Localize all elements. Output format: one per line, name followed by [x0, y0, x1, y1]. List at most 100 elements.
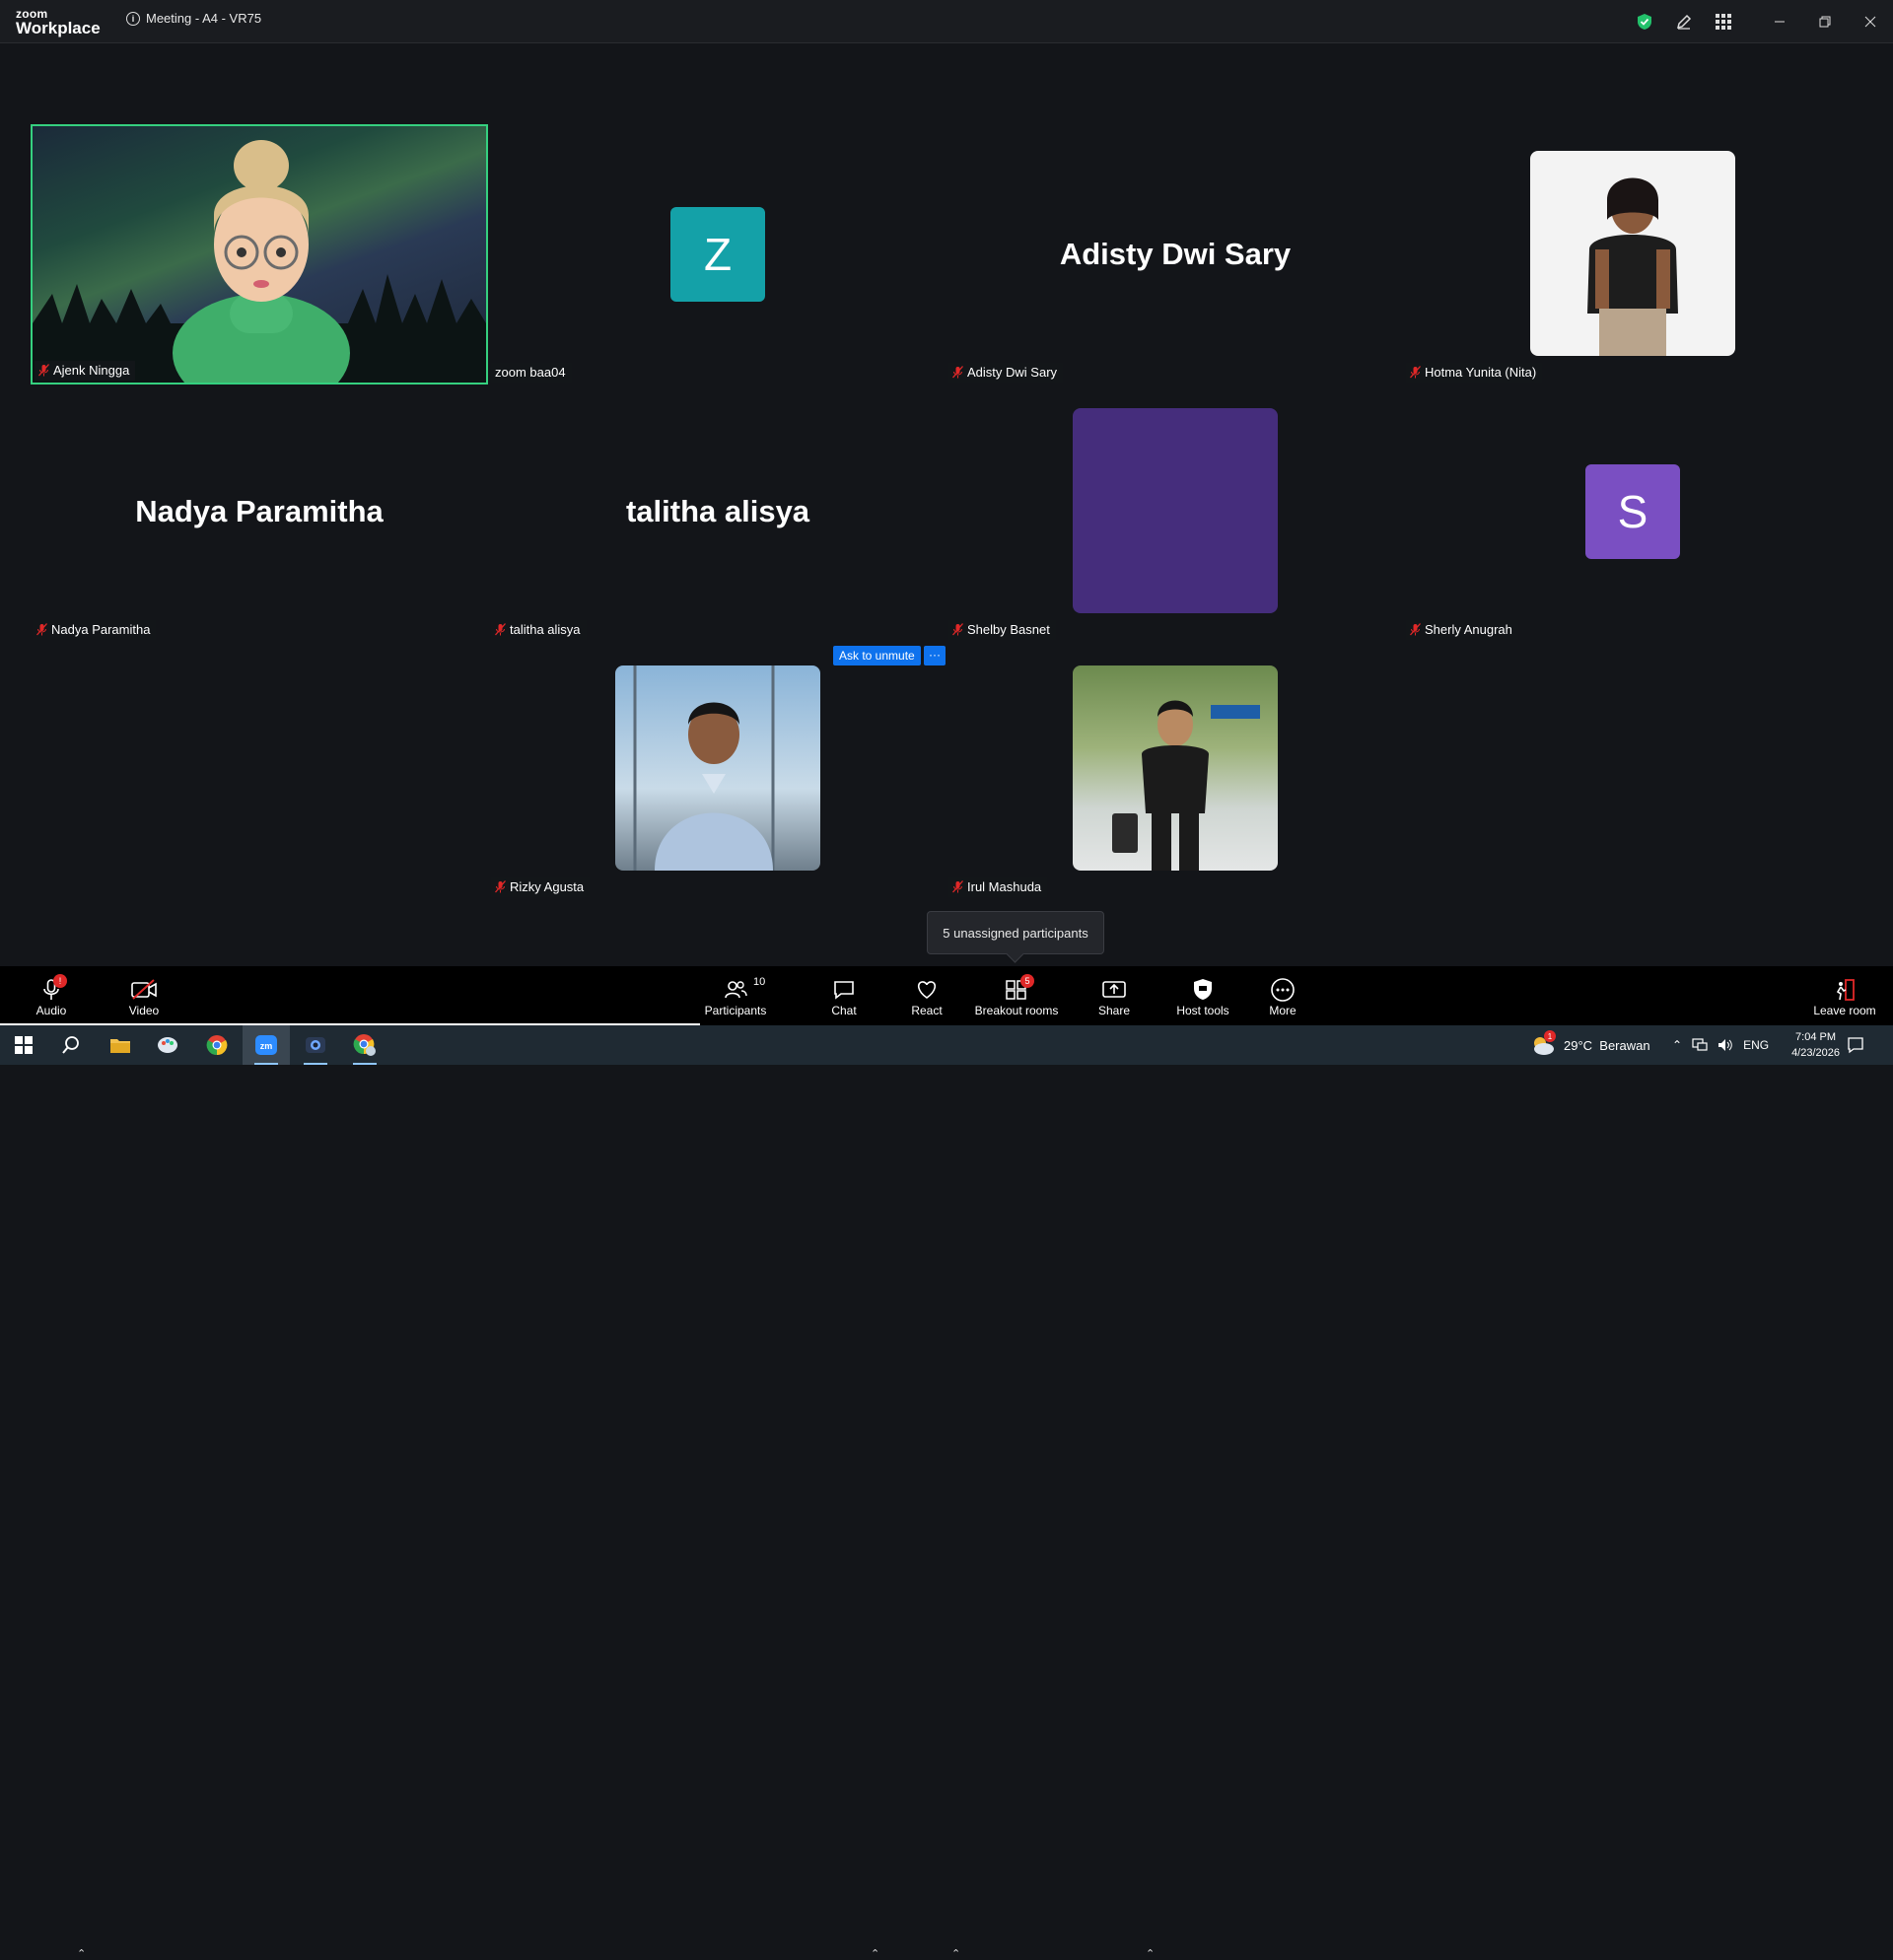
- audio-button[interactable]: ! Audio: [30, 966, 73, 1025]
- breakout-badge: 5: [1020, 974, 1034, 988]
- ask-to-unmute-button[interactable]: Ask to unmute: [833, 646, 921, 665]
- name-tag: Shelby Basnet: [948, 620, 1056, 640]
- mic-muted-icon: [1410, 366, 1421, 379]
- more-button[interactable]: More: [1263, 966, 1302, 1025]
- display-name-large: Nadya Paramitha: [135, 494, 384, 528]
- shield-icon: [1192, 976, 1214, 1004]
- mic-muted-icon: [1410, 623, 1421, 636]
- display-name-large: talitha alisya: [625, 494, 810, 528]
- audio-label: Audio: [35, 1004, 67, 1017]
- profile-photo: [615, 665, 820, 871]
- participant-name: Adisty Dwi Sary: [967, 365, 1058, 380]
- name-tag: Adisty Dwi Sary: [948, 363, 1064, 383]
- chat-button[interactable]: Chat: [824, 966, 864, 1025]
- participant-tile[interactable]: Rizky Agusta: [489, 639, 946, 899]
- participant-tile[interactable]: Adisty Dwi Sary Adisty Dwi Sary: [946, 124, 1404, 385]
- host-tools-button[interactable]: Host tools: [1173, 966, 1232, 1025]
- participants-label: Participants: [704, 1004, 767, 1017]
- participant-tile[interactable]: Hotma Yunita (Nita): [1404, 124, 1861, 385]
- tile-more-options-button[interactable]: ···: [924, 646, 946, 665]
- react-label: React: [911, 1004, 943, 1017]
- search-button[interactable]: [47, 1025, 95, 1065]
- name-tag: Hotma Yunita (Nita): [1406, 363, 1543, 383]
- video-feed: [33, 126, 486, 383]
- name-tag: zoom baa04: [491, 363, 572, 383]
- participants-button[interactable]: 10 Participants: [700, 966, 771, 1025]
- more-dots-icon: [1270, 976, 1296, 1004]
- share-button[interactable]: Share: [1094, 966, 1134, 1025]
- share-options-caret[interactable]: ⌃: [1146, 1947, 1155, 1960]
- chrome-button[interactable]: [193, 1025, 241, 1065]
- tray-overflow-chevron-icon[interactable]: ⌃: [1672, 1038, 1682, 1052]
- palette-icon: [158, 1037, 177, 1053]
- avatar: S: [1585, 464, 1680, 559]
- breakout-tooltip: 5 unassigned participants: [927, 911, 1104, 954]
- participants-count: 10: [753, 976, 766, 988]
- participant-tile[interactable]: Ajenk Ningga: [31, 124, 488, 385]
- search-icon: [62, 1036, 79, 1054]
- video-button[interactable]: Video: [122, 966, 166, 1025]
- restore-button[interactable]: [1802, 0, 1848, 43]
- breakout-rooms-button[interactable]: 5 Breakout rooms: [972, 966, 1061, 1025]
- participant-tile[interactable]: Nadya Paramitha Nadya Paramitha: [31, 382, 488, 642]
- mic-muted-icon: [38, 364, 49, 377]
- chat-options-caret[interactable]: ⌃: [871, 1947, 879, 1960]
- participant-tile[interactable]: Z zoom baa04: [489, 124, 946, 385]
- zoom-app-icon: zm: [255, 1035, 277, 1055]
- clock[interactable]: 7:04 PM 4/23/2026: [1791, 1029, 1840, 1061]
- language-indicator[interactable]: ENG: [1743, 1038, 1769, 1052]
- weather-cloud-icon: 1: [1530, 1030, 1556, 1056]
- network-icon[interactable]: [1692, 1038, 1708, 1052]
- avatar-letter: S: [1617, 486, 1648, 537]
- meeting-info-button[interactable]: i Meeting - A4 - VR75: [126, 11, 261, 26]
- meeting-toolbar: ! Audio ⌃ Video 10 Participants Chat ⌃ R…: [0, 966, 1893, 1960]
- camera-app-button[interactable]: [292, 1025, 339, 1065]
- volume-icon[interactable]: [1718, 1038, 1733, 1052]
- participant-name: Shelby Basnet: [967, 622, 1050, 637]
- paint-app-button[interactable]: [144, 1025, 191, 1065]
- leave-room-button[interactable]: Leave room: [1810, 966, 1879, 1025]
- start-button[interactable]: [0, 1025, 47, 1065]
- avatar: Z: [670, 207, 765, 302]
- notification-center-button[interactable]: [1836, 1025, 1875, 1065]
- share-label: Share: [1097, 1004, 1131, 1017]
- weather-widget[interactable]: 1 29°C Berawan: [1530, 1025, 1650, 1065]
- host-tools-label: Host tools: [1176, 1004, 1229, 1017]
- chrome-profile-button[interactable]: [341, 1025, 388, 1065]
- zoom-logo: zoom Workplace: [16, 8, 101, 36]
- zoom-taskbar-button[interactable]: zm: [243, 1025, 290, 1065]
- name-tag: talitha alisya: [491, 620, 587, 640]
- react-button[interactable]: React: [907, 966, 946, 1025]
- name-tag: Nadya Paramitha: [33, 620, 157, 640]
- brand-large: Workplace: [16, 19, 101, 37]
- breakout-label: Breakout rooms: [974, 1004, 1059, 1017]
- pencil-icon[interactable]: [1664, 0, 1704, 43]
- clock-time: 7:04 PM: [1795, 1031, 1837, 1043]
- participant-name: Sherly Anugrah: [1425, 622, 1512, 637]
- participant-name: Nadya Paramitha: [51, 622, 151, 637]
- audio-options-caret[interactable]: ⌃: [77, 1947, 86, 1960]
- mic-muted-icon: [495, 880, 506, 893]
- participant-tile[interactable]: Shelby Basnet: [946, 382, 1404, 642]
- avatar-letter: Z: [703, 229, 733, 280]
- file-explorer-button[interactable]: [97, 1025, 144, 1065]
- folder-icon: [110, 1039, 130, 1053]
- react-options-caret[interactable]: ⌃: [951, 1947, 960, 1960]
- participant-tile[interactable]: talitha alisya talitha alisya: [489, 382, 946, 642]
- name-tag: Irul Mashuda: [948, 877, 1048, 897]
- participant-name: Ajenk Ningga: [53, 363, 130, 378]
- notification-icon: [1848, 1037, 1863, 1054]
- close-button[interactable]: [1848, 0, 1893, 43]
- shield-check-icon[interactable]: [1625, 0, 1664, 43]
- apps-grid-icon[interactable]: [1704, 0, 1743, 43]
- mic-icon: !: [41, 974, 67, 1004]
- title-bar: zoom Workplace i Meeting - A4 - VR75: [0, 0, 1893, 43]
- share-screen-icon: [1101, 976, 1127, 1004]
- video-off-icon: [130, 976, 158, 1004]
- mic-muted-icon: [36, 623, 47, 636]
- name-tag: Sherly Anugrah: [1406, 620, 1518, 640]
- participant-tile[interactable]: Irul Mashuda: [946, 639, 1404, 899]
- minimize-button[interactable]: [1757, 0, 1802, 43]
- more-label: More: [1269, 1004, 1297, 1017]
- participant-tile[interactable]: S Sherly Anugrah: [1404, 382, 1861, 642]
